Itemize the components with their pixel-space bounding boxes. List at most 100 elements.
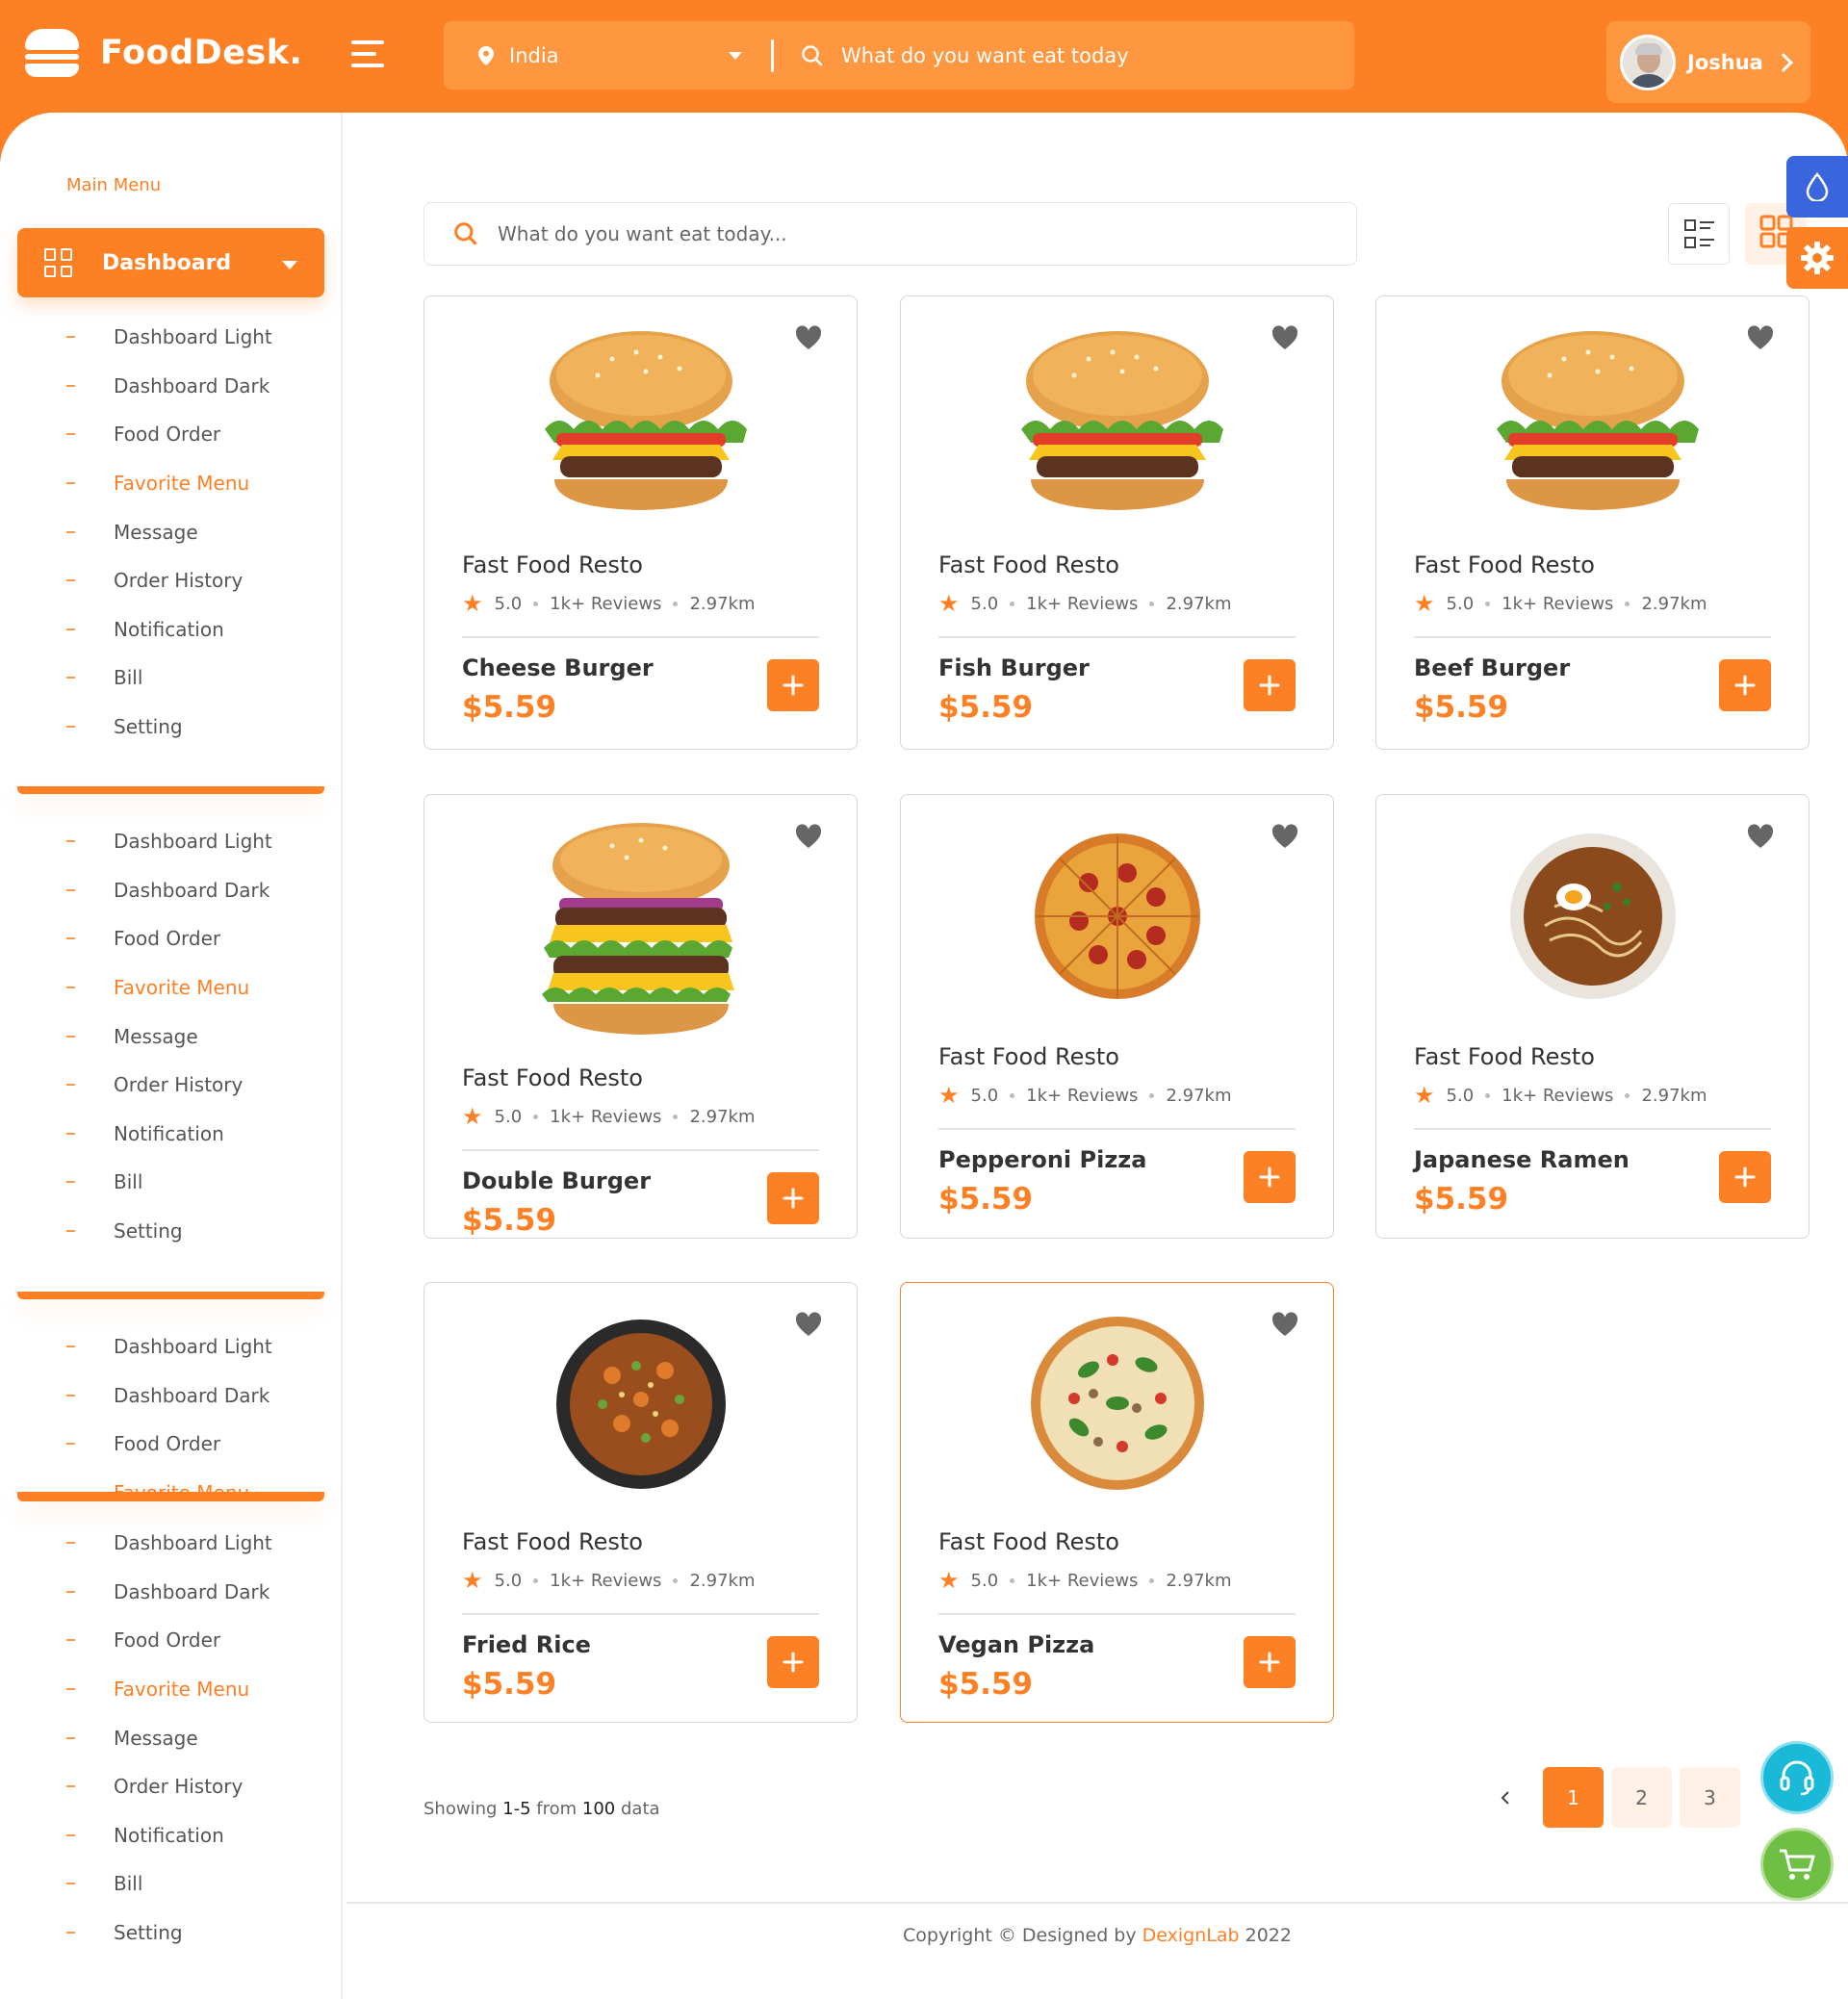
add-to-cart-button[interactable] — [1244, 1151, 1296, 1203]
sidebar-item-message[interactable]: Message — [0, 1012, 341, 1061]
menu-toggle-icon[interactable] — [351, 40, 386, 71]
showing-summary: Showing 1-5 from 100 data — [424, 1799, 660, 1819]
sidebar-item-message[interactable]: Message — [0, 507, 341, 556]
sidebar-item-food-order[interactable]: Food Order — [0, 914, 341, 963]
user-profile-button[interactable]: Joshua — [1606, 21, 1810, 103]
sidebar-item-message[interactable]: Message — [0, 1713, 341, 1762]
cart-button[interactable] — [1760, 1828, 1834, 1901]
sidebar-item-order-history[interactable]: Order History — [0, 1762, 341, 1811]
bullet-dash — [66, 677, 75, 679]
support-button[interactable] — [1760, 1741, 1834, 1814]
list-view-button[interactable] — [1668, 203, 1730, 265]
bullet-dash — [66, 888, 75, 891]
sidebar-item-dashboard-dark[interactable]: Dashboard Dark — [0, 1371, 341, 1421]
sidebar-item-dashboard-light[interactable]: Dashboard Light — [0, 313, 341, 362]
food-card[interactable]: Fast Food Resto ★ 5.0 1k+ Reviews 2.97km… — [424, 295, 858, 750]
dot-separator — [1485, 601, 1491, 606]
sidebar-item-bill[interactable]: Bill — [0, 1859, 341, 1909]
header-search-input[interactable]: What do you want eat today — [774, 44, 1129, 67]
sidebar-item-food-order[interactable]: Food Order — [0, 410, 341, 459]
heart-icon[interactable] — [795, 824, 822, 849]
sidebar-item-notification[interactable]: Notification — [0, 1811, 341, 1860]
bullet-dash — [66, 840, 75, 843]
distance-value: 2.97km — [689, 593, 756, 614]
heart-icon[interactable] — [1747, 824, 1774, 849]
sidebar-item-setting[interactable]: Setting — [0, 1909, 341, 1958]
location-pin-icon — [478, 45, 494, 65]
pagination-page-2[interactable]: 2 — [1611, 1767, 1672, 1828]
sidebar-item-notification[interactable]: Notification — [0, 605, 341, 654]
add-to-cart-button[interactable] — [767, 1172, 819, 1224]
sidebar-item-dashboard-light[interactable]: Dashboard Light — [0, 1322, 341, 1371]
theme-color-button[interactable] — [1786, 156, 1848, 218]
collapsed-dashboard-bar[interactable] — [17, 1292, 324, 1299]
reviews-count: 1k+ Reviews — [550, 1106, 662, 1127]
heart-icon[interactable] — [795, 1312, 822, 1337]
reviews-count: 1k+ Reviews — [1026, 593, 1139, 614]
food-card[interactable]: Fast Food Resto ★ 5.0 1k+ Reviews 2.97km… — [424, 1282, 858, 1723]
sidebar-item-favorite-menu[interactable]: Favorite Menu — [0, 1665, 341, 1714]
sidebar-item-favorite-menu[interactable]: Favorite Menu — [0, 459, 341, 508]
card-meta: ★ 5.0 1k+ Reviews 2.97km — [462, 1105, 755, 1128]
sidebar-item-bill[interactable]: Bill — [0, 1158, 341, 1207]
food-card[interactable]: Fast Food Resto ★ 5.0 1k+ Reviews 2.97km… — [900, 1282, 1334, 1723]
add-to-cart-button[interactable] — [1244, 1636, 1296, 1688]
sidebar-item-bill[interactable]: Bill — [0, 654, 341, 703]
sidebar-item-food-order[interactable]: Food Order — [0, 1420, 341, 1469]
footer-brand-link[interactable]: DexignLab — [1142, 1925, 1240, 1946]
add-to-cart-button[interactable] — [1244, 659, 1296, 711]
sidebar-item-label: Dashboard Light — [114, 1335, 272, 1359]
sidebar-item-dashboard-dark[interactable]: Dashboard Dark — [0, 1568, 341, 1617]
sidebar-item-setting[interactable]: Setting — [0, 1207, 341, 1256]
reviews-count: 1k+ Reviews — [550, 593, 662, 614]
dot-separator — [673, 1577, 679, 1583]
food-card[interactable]: Fast Food Resto ★ 5.0 1k+ Reviews 2.97km… — [1375, 295, 1810, 750]
heart-icon[interactable] — [1747, 325, 1774, 350]
star-icon: ★ — [1414, 1082, 1435, 1109]
sidebar-item-setting[interactable]: Setting — [0, 703, 341, 752]
plus-icon — [1259, 1166, 1280, 1188]
dish-price: $5.59 — [938, 1182, 1034, 1217]
sidebar-item-label: Order History — [114, 569, 244, 593]
chevron-down-icon — [729, 52, 742, 60]
sidebar-item-dashboard-dark[interactable]: Dashboard Dark — [0, 362, 341, 411]
add-to-cart-button[interactable] — [767, 1636, 819, 1688]
food-card[interactable]: Fast Food Resto ★ 5.0 1k+ Reviews 2.97km… — [900, 295, 1334, 750]
pagination-prev-button[interactable] — [1486, 1767, 1525, 1828]
sidebar-item-favorite-menu[interactable]: Favorite Menu — [0, 963, 341, 1012]
location-select[interactable]: India — [444, 21, 771, 90]
pagination-page-1[interactable]: 1 — [1543, 1767, 1604, 1828]
heart-icon[interactable] — [795, 325, 822, 350]
headset-icon — [1780, 1760, 1814, 1796]
food-card[interactable]: Fast Food Resto ★ 5.0 1k+ Reviews 2.97km… — [424, 794, 858, 1239]
pagination-page-3[interactable]: 3 — [1680, 1767, 1740, 1828]
card-meta: ★ 5.0 1k+ Reviews 2.97km — [462, 1569, 755, 1592]
brand-logo[interactable]: FoodDesk. — [25, 29, 302, 77]
sidebar-item-order-history[interactable]: Order History — [0, 556, 341, 605]
sidebar-item-label: Dashboard Dark — [114, 878, 270, 902]
collapsed-dashboard-bar[interactable] — [17, 786, 324, 794]
heart-icon[interactable] — [1271, 1312, 1298, 1337]
reviews-count: 1k+ Reviews — [1502, 1085, 1614, 1106]
sidebar-item-dashboard[interactable]: Dashboard — [17, 228, 324, 297]
food-card[interactable]: Fast Food Resto ★ 5.0 1k+ Reviews 2.97km… — [900, 794, 1334, 1239]
sidebar-item-order-history[interactable]: Order History — [0, 1061, 341, 1110]
heart-icon[interactable] — [1271, 824, 1298, 849]
food-search-input[interactable]: What do you want eat today... — [424, 202, 1357, 266]
collapsed-dashboard-bar[interactable] — [17, 1492, 324, 1501]
food-card[interactable]: Fast Food Resto ★ 5.0 1k+ Reviews 2.97km… — [1375, 794, 1810, 1239]
heart-icon[interactable] — [1271, 325, 1298, 350]
sidebar-item-dashboard-dark[interactable]: Dashboard Dark — [0, 866, 341, 915]
add-to-cart-button[interactable] — [1719, 1151, 1771, 1203]
add-to-cart-button[interactable] — [767, 659, 819, 711]
distance-value: 2.97km — [1166, 1085, 1232, 1106]
sidebar-item-notification[interactable]: Notification — [0, 1110, 341, 1159]
distance-value: 2.97km — [1641, 1085, 1707, 1106]
settings-button[interactable] — [1786, 227, 1848, 289]
sidebar-item-dashboard-light[interactable]: Dashboard Light — [0, 1519, 341, 1568]
sidebar-item-dashboard-light[interactable]: Dashboard Light — [0, 817, 341, 866]
dish-name: Fish Burger — [938, 654, 1090, 681]
add-to-cart-button[interactable] — [1719, 659, 1771, 711]
sidebar-item-food-order[interactable]: Food Order — [0, 1616, 341, 1665]
card-meta: ★ 5.0 1k+ Reviews 2.97km — [938, 592, 1231, 615]
